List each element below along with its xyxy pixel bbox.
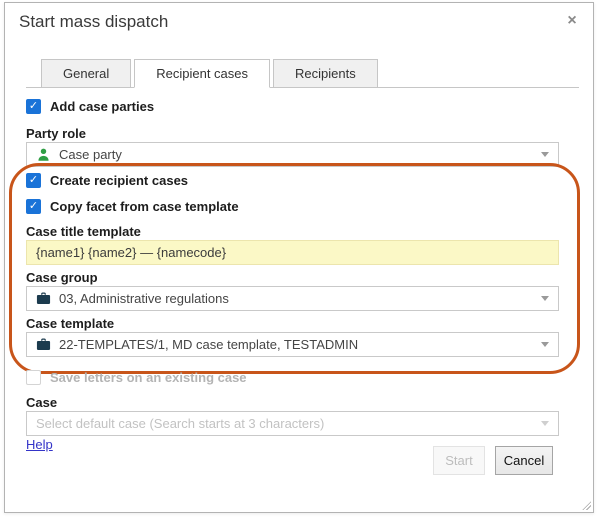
dialog-title: Start mass dispatch: [19, 12, 168, 32]
tab-recipients[interactable]: Recipients: [273, 59, 378, 87]
checkbox-checked-icon[interactable]: ✓: [26, 173, 41, 188]
case-group-label: Case group: [26, 270, 98, 285]
start-button: Start: [433, 446, 485, 475]
checkbox-unchecked-icon: [26, 370, 41, 385]
person-icon: [36, 147, 51, 162]
briefcase-icon: [36, 291, 51, 306]
mass-dispatch-dialog: Start mass dispatch × General Recipient …: [4, 2, 594, 513]
case-group-value: 03, Administrative regulations: [59, 291, 533, 306]
cancel-button[interactable]: Cancel: [495, 446, 553, 475]
chevron-down-icon: [541, 421, 549, 426]
chevron-down-icon: [541, 152, 549, 157]
checkmark-icon: ✓: [29, 201, 38, 212]
chevron-down-icon: [541, 342, 549, 347]
create-recipient-cases-checkbox-row[interactable]: ✓ Create recipient cases: [26, 173, 188, 188]
checkmark-icon: ✓: [29, 175, 38, 186]
tab-recipient-cases[interactable]: Recipient cases: [134, 59, 270, 88]
help-link[interactable]: Help: [26, 437, 53, 452]
resize-handle-icon[interactable]: [582, 501, 591, 510]
save-letters-checkbox-row: Save letters on an existing case: [26, 370, 247, 385]
party-role-value: Case party: [59, 147, 533, 162]
save-letters-label: Save letters on an existing case: [50, 370, 247, 385]
case-title-template-label: Case title template: [26, 224, 141, 239]
copy-facet-checkbox-row[interactable]: ✓ Copy facet from case template: [26, 199, 239, 214]
tab-general[interactable]: General: [41, 59, 131, 87]
case-group-select[interactable]: 03, Administrative regulations: [26, 286, 559, 311]
party-role-label: Party role: [26, 126, 86, 141]
case-label: Case: [26, 395, 57, 410]
briefcase-icon: [36, 337, 51, 352]
case-select: Select default case (Search starts at 3 …: [26, 411, 559, 436]
copy-facet-label: Copy facet from case template: [50, 199, 239, 214]
tab-bar: General Recipient cases Recipients: [26, 60, 579, 88]
checkmark-icon: ✓: [29, 101, 38, 112]
case-template-select[interactable]: 22-TEMPLATES/1, MD case template, TESTAD…: [26, 332, 559, 357]
create-recipient-cases-label: Create recipient cases: [50, 173, 188, 188]
case-template-value: 22-TEMPLATES/1, MD case template, TESTAD…: [59, 337, 533, 352]
party-role-select[interactable]: Case party: [26, 142, 559, 167]
close-icon[interactable]: ×: [562, 11, 582, 31]
case-title-template-input[interactable]: {name1} {name2} — {namecode}: [26, 240, 559, 265]
checkbox-checked-icon[interactable]: ✓: [26, 99, 41, 114]
chevron-down-icon: [541, 296, 549, 301]
checkbox-checked-icon[interactable]: ✓: [26, 199, 41, 214]
case-template-label: Case template: [26, 316, 114, 331]
add-case-parties-label: Add case parties: [50, 99, 154, 114]
add-case-parties-checkbox-row[interactable]: ✓ Add case parties: [26, 99, 154, 114]
case-placeholder: Select default case (Search starts at 3 …: [36, 416, 533, 431]
